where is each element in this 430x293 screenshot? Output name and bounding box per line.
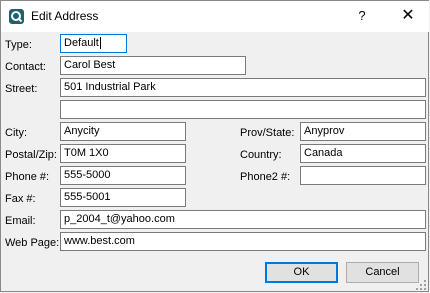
postal-zip-label: Postal/Zip: [5,149,57,161]
prov-state-label: Prov/State: [240,127,295,139]
street-line1-field[interactable]: 501 Industrial Park [60,78,426,97]
city-field[interactable]: Anycity [60,122,186,141]
contact-label: Contact: [5,61,46,73]
type-field-value: Default [64,37,99,49]
help-button[interactable]: ? [347,5,377,27]
resize-grip-icon[interactable] [415,279,427,291]
type-field[interactable]: Default [60,34,127,53]
app-q-icon [9,9,24,24]
prov-state-field[interactable]: Anyprov [300,122,426,141]
phone-field[interactable]: 555-5000 [60,166,186,185]
country-field[interactable]: Canada [300,144,426,163]
contact-field[interactable]: Carol Best [60,56,246,75]
cancel-button[interactable]: Cancel [346,262,419,283]
email-label: Email: [5,215,36,227]
postal-zip-field[interactable]: T0M 1X0 [60,144,186,163]
phone2-field[interactable] [300,166,426,185]
fax-field[interactable]: 555-5001 [60,188,186,207]
email-field[interactable]: p_2004_t@yahoo.com [60,210,426,229]
phone2-label: Phone2 #: [240,171,291,183]
edit-address-dialog: Edit Address ? ✕ Type: Contact: Street: … [0,0,429,292]
window-title: Edit Address [31,9,99,23]
ok-button[interactable]: OK [265,262,338,283]
title-bar: Edit Address ? ✕ [1,1,429,32]
street-label: Street: [5,83,38,95]
web-page-field[interactable]: www.best.com [60,232,426,251]
text-caret [99,37,101,50]
type-label: Type: [5,39,32,51]
close-button[interactable]: ✕ [393,5,423,27]
country-label: Country: [240,149,282,161]
city-label: City: [5,127,27,139]
fax-label: Fax #: [5,193,36,205]
web-page-label: Web Page: [5,237,60,249]
phone-label: Phone #: [5,171,50,183]
street-line2-field[interactable] [60,100,426,119]
